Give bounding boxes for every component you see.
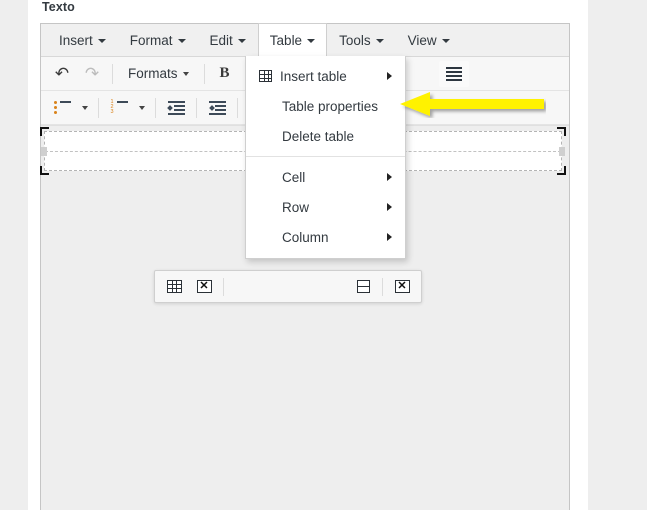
toolbar-divider	[112, 63, 113, 84]
row-props-icon	[356, 280, 370, 293]
delete-table-quick-button[interactable]: ✕	[189, 274, 219, 299]
resize-handle-bottom-right[interactable]	[557, 166, 566, 175]
resize-handle-middle-right[interactable]	[559, 147, 565, 156]
numbered-list-icon: 1 2 3	[111, 99, 128, 115]
menu-table-label: Table	[269, 32, 303, 48]
menu-view-label: View	[407, 32, 437, 48]
chevron-down-icon	[441, 39, 450, 43]
page-right-margin	[588, 0, 647, 510]
table-properties-quick-button[interactable]	[159, 274, 189, 299]
row-properties-quick-button[interactable]	[348, 274, 378, 299]
bullet-list-button[interactable]	[47, 95, 77, 121]
menu-item-label: Column	[282, 229, 329, 245]
numbered-list-button[interactable]: 1 2 3	[104, 95, 134, 121]
bold-icon: B	[219, 65, 230, 81]
menu-tools-label: Tools	[339, 32, 371, 48]
chevron-down-icon	[375, 39, 384, 43]
menu-tools[interactable]: Tools	[327, 23, 396, 56]
menu-insert-label: Insert	[59, 32, 93, 48]
menu-edit-label: Edit	[209, 32, 233, 48]
delete-row-icon: ✕	[394, 280, 410, 293]
indent-button[interactable]	[202, 95, 232, 121]
align-justify-button[interactable]	[439, 60, 469, 87]
toolbar-divider	[155, 97, 156, 118]
bold-button[interactable]: B	[210, 61, 240, 87]
toolbar-divider	[382, 277, 383, 296]
toolbar-divider	[196, 97, 197, 118]
toolbar-divider	[237, 97, 238, 118]
table-dropdown-menu: Insert table Table properties Delete tab…	[245, 56, 406, 259]
numbered-list-options-button[interactable]	[134, 95, 150, 121]
menu-item-cell[interactable]: Cell	[246, 162, 405, 192]
yellow-pointer-arrow	[398, 90, 546, 118]
delete-row-quick-button[interactable]: ✕	[387, 274, 417, 299]
menu-table[interactable]: Table	[257, 23, 328, 56]
page-left-margin	[0, 0, 28, 510]
bullet-list-options-button[interactable]	[77, 95, 93, 121]
submenu-arrow-icon	[387, 173, 392, 181]
menu-item-label: Table properties	[282, 98, 379, 114]
submenu-arrow-icon	[387, 233, 392, 241]
toolbar-divider	[98, 97, 99, 118]
chevron-down-icon	[139, 105, 145, 110]
redo-icon: ↷	[84, 64, 100, 83]
table-context-toolbar: ✕ ✕	[154, 270, 422, 303]
undo-icon: ↶	[54, 64, 70, 83]
resize-handle-top-right[interactable]	[557, 127, 566, 136]
toolbar-divider	[223, 277, 224, 296]
chevron-down-icon	[237, 39, 246, 43]
toolbar-divider	[203, 63, 205, 84]
menu-insert[interactable]: Insert	[47, 23, 118, 56]
menu-item-label: Delete table	[282, 128, 355, 144]
menu-format-label: Format	[129, 32, 173, 48]
menu-item-label: Cell	[282, 169, 306, 185]
resize-handle-bottom-left[interactable]	[40, 166, 49, 175]
align-justify-icon	[446, 67, 462, 82]
chevron-down-icon	[82, 105, 88, 110]
bullet-list-icon	[53, 101, 71, 114]
formats-dropdown[interactable]: Formats	[118, 61, 199, 87]
menu-item-label: Insert table	[280, 68, 347, 84]
table-grid-icon	[259, 70, 277, 82]
submenu-arrow-icon	[387, 72, 392, 80]
menu-view[interactable]: View	[396, 23, 462, 56]
menu-separator	[246, 156, 405, 157]
resize-handle-top-left[interactable]	[40, 127, 49, 136]
table-grid-icon	[166, 280, 182, 293]
submenu-arrow-icon	[387, 203, 392, 211]
page-title: Texto	[42, 0, 75, 14]
menu-edit[interactable]: Edit	[198, 23, 258, 56]
formats-label: Formats	[128, 66, 178, 81]
resize-handle-middle-left[interactable]	[41, 147, 47, 156]
menu-item-label: Row	[282, 199, 310, 215]
outdent-button[interactable]	[161, 95, 191, 121]
chevron-down-icon	[182, 71, 189, 76]
undo-button[interactable]: ↶	[47, 61, 77, 87]
redo-button[interactable]: ↷	[77, 61, 107, 87]
chevron-down-icon	[177, 39, 186, 43]
menu-format[interactable]: Format	[118, 23, 198, 56]
menu-item-delete-table[interactable]: Delete table	[246, 121, 405, 151]
outdent-icon	[166, 101, 185, 115]
chevron-down-icon	[97, 39, 106, 43]
chevron-down-icon	[307, 39, 316, 43]
menu-item-column[interactable]: Column	[246, 222, 405, 252]
screenshot-root: Texto Insert Format Edit Table Tools Vie…	[0, 0, 647, 510]
delete-table-icon: ✕	[196, 280, 212, 293]
editor-menubar: Insert Format Edit Table Tools View	[41, 23, 569, 57]
menu-item-table-properties[interactable]: Table properties	[246, 91, 405, 121]
indent-icon	[208, 101, 226, 115]
menu-item-insert-table[interactable]: Insert table	[246, 61, 405, 91]
menu-item-row[interactable]: Row	[246, 192, 405, 222]
history-group: ↶ ↷	[47, 61, 107, 87]
